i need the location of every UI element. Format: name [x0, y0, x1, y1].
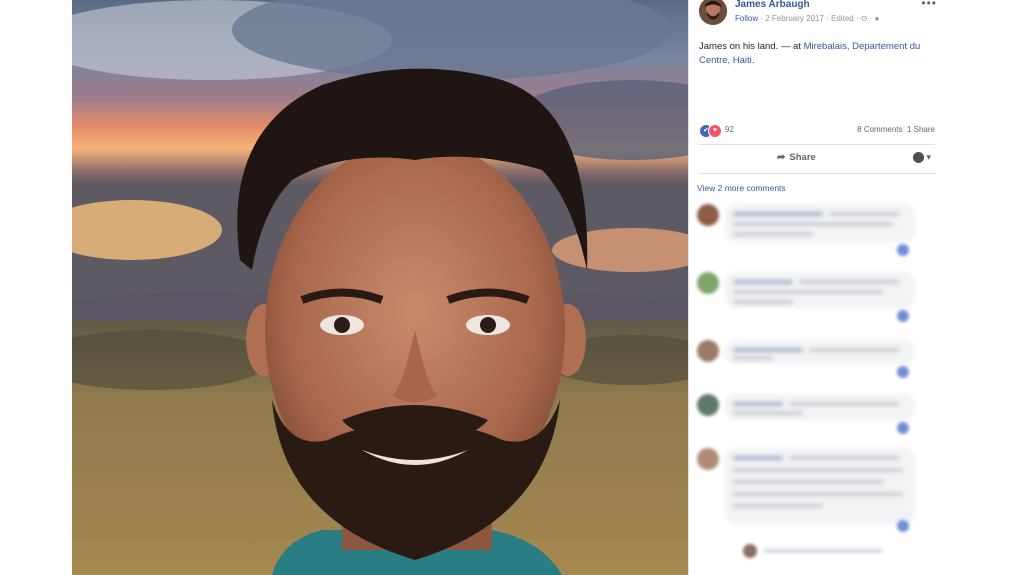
- post-photo[interactable]: [72, 0, 688, 575]
- reply-preview[interactable]: [763, 549, 883, 553]
- meta-separator-2: ·: [823, 14, 832, 23]
- share-button[interactable]: ➦ Share: [777, 152, 816, 163]
- comment-avatar[interactable]: [697, 340, 719, 362]
- shares-count-link[interactable]: 1 Share: [907, 125, 935, 134]
- audience-selector[interactable]: ▾: [912, 152, 931, 164]
- caption-text: James on his land.: [699, 41, 779, 52]
- comment-like-icon: [897, 244, 909, 256]
- author-name[interactable]: James Arbaugh: [735, 0, 810, 10]
- comment-like-icon: [897, 310, 909, 322]
- globe-icon: [912, 152, 924, 164]
- share-label: Share: [789, 152, 816, 163]
- comment-bubble: [725, 394, 915, 420]
- comment-avatar[interactable]: [697, 394, 719, 416]
- caption-dash: — at: [778, 41, 804, 52]
- divider: [699, 173, 935, 174]
- comment-avatar[interactable]: [697, 272, 719, 294]
- privacy-globe-icon: · ⊙ · ●: [855, 14, 880, 23]
- engagement-counts: 8 Comments 1 Share: [857, 125, 935, 134]
- more-options-icon[interactable]: •••: [921, 0, 937, 10]
- reaction-count: 92: [725, 125, 734, 134]
- portrait-photo: [72, 0, 688, 575]
- post-caption: James on his land. — at Mirebalais, Depa…: [699, 40, 935, 68]
- comment-like-icon: [897, 422, 909, 434]
- comment-bubble: [725, 448, 915, 524]
- comments-count-link[interactable]: 8 Comments: [857, 125, 902, 134]
- comment-like-icon: [897, 366, 909, 378]
- comment-like-icon: [897, 520, 909, 532]
- caption-end: .: [751, 55, 755, 66]
- divider: [699, 144, 935, 145]
- comment-bubble: [725, 204, 915, 242]
- comment-avatar[interactable]: [697, 204, 719, 226]
- comment-bubble: [725, 272, 915, 308]
- reply-avatar[interactable]: [743, 544, 757, 558]
- love-icon: ♥: [708, 124, 722, 138]
- post-date[interactable]: 2 February 2017: [765, 14, 824, 23]
- edited-label[interactable]: Edited: [831, 14, 854, 23]
- chevron-down-icon: ▾: [926, 152, 931, 162]
- post-meta: Follow · 2 February 2017 · Edited · ⊙ · …: [735, 14, 880, 23]
- post-header: James Arbaugh Follow · 2 February 2017 ·…: [699, 0, 939, 28]
- follow-link[interactable]: Follow: [735, 14, 758, 23]
- view-more-comments-link[interactable]: View 2 more comments: [697, 183, 786, 193]
- avatar-image: [699, 0, 727, 25]
- comment-bubble: [725, 340, 915, 364]
- author-avatar[interactable]: [699, 0, 727, 25]
- post-panel: James Arbaugh Follow · 2 February 2017 ·…: [688, 0, 947, 575]
- comment-avatar[interactable]: [697, 448, 719, 470]
- share-icon: ➦: [777, 152, 786, 163]
